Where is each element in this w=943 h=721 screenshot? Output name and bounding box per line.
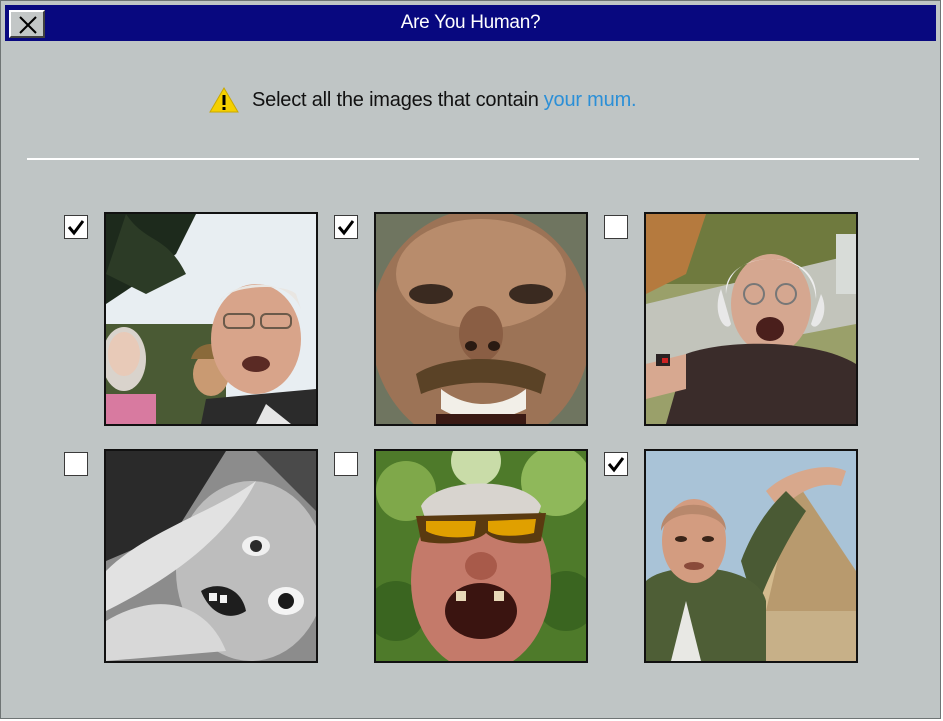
checkmark-icon: [337, 220, 355, 236]
checkmark-icon: [67, 220, 85, 236]
bald-man-closeup-photo: [376, 214, 586, 424]
captcha-image-5[interactable]: [374, 449, 588, 663]
warning-icon: [209, 87, 239, 113]
image-5-checkbox[interactable]: [334, 452, 358, 476]
title-bar[interactable]: Are You Human?: [5, 5, 936, 41]
captcha-image-1[interactable]: [104, 212, 318, 426]
white-haired-man-selfie-photo: [646, 214, 856, 424]
checkmark-icon: [607, 457, 625, 473]
image-4-checkbox[interactable]: [64, 452, 88, 476]
image-2-checkbox[interactable]: [334, 215, 358, 239]
image-6-checkbox[interactable]: [604, 452, 628, 476]
divider: [27, 158, 919, 160]
prompt-link[interactable]: your mum.: [544, 89, 637, 112]
grayscale-upside-down-face-photo: [106, 451, 316, 661]
man-pyramid-pose-photo: [646, 451, 856, 661]
image-3-checkbox[interactable]: [604, 215, 628, 239]
captcha-dialog: Are You Human? Select all the images tha…: [0, 0, 941, 719]
captcha-prompt: Select all the images that contain your …: [209, 85, 637, 115]
man-sunglasses-shouting-photo: [376, 451, 586, 661]
captcha-image-6[interactable]: [644, 449, 858, 663]
image-1-checkbox[interactable]: [64, 215, 88, 239]
elderly-group-selfie-photo: [106, 214, 316, 424]
prompt-text: Select all the images that contain: [252, 88, 539, 111]
captcha-image-3[interactable]: [644, 212, 858, 426]
window-title: Are You Human?: [400, 12, 541, 33]
captcha-image-4[interactable]: [104, 449, 318, 663]
captcha-image-2[interactable]: [374, 212, 588, 426]
